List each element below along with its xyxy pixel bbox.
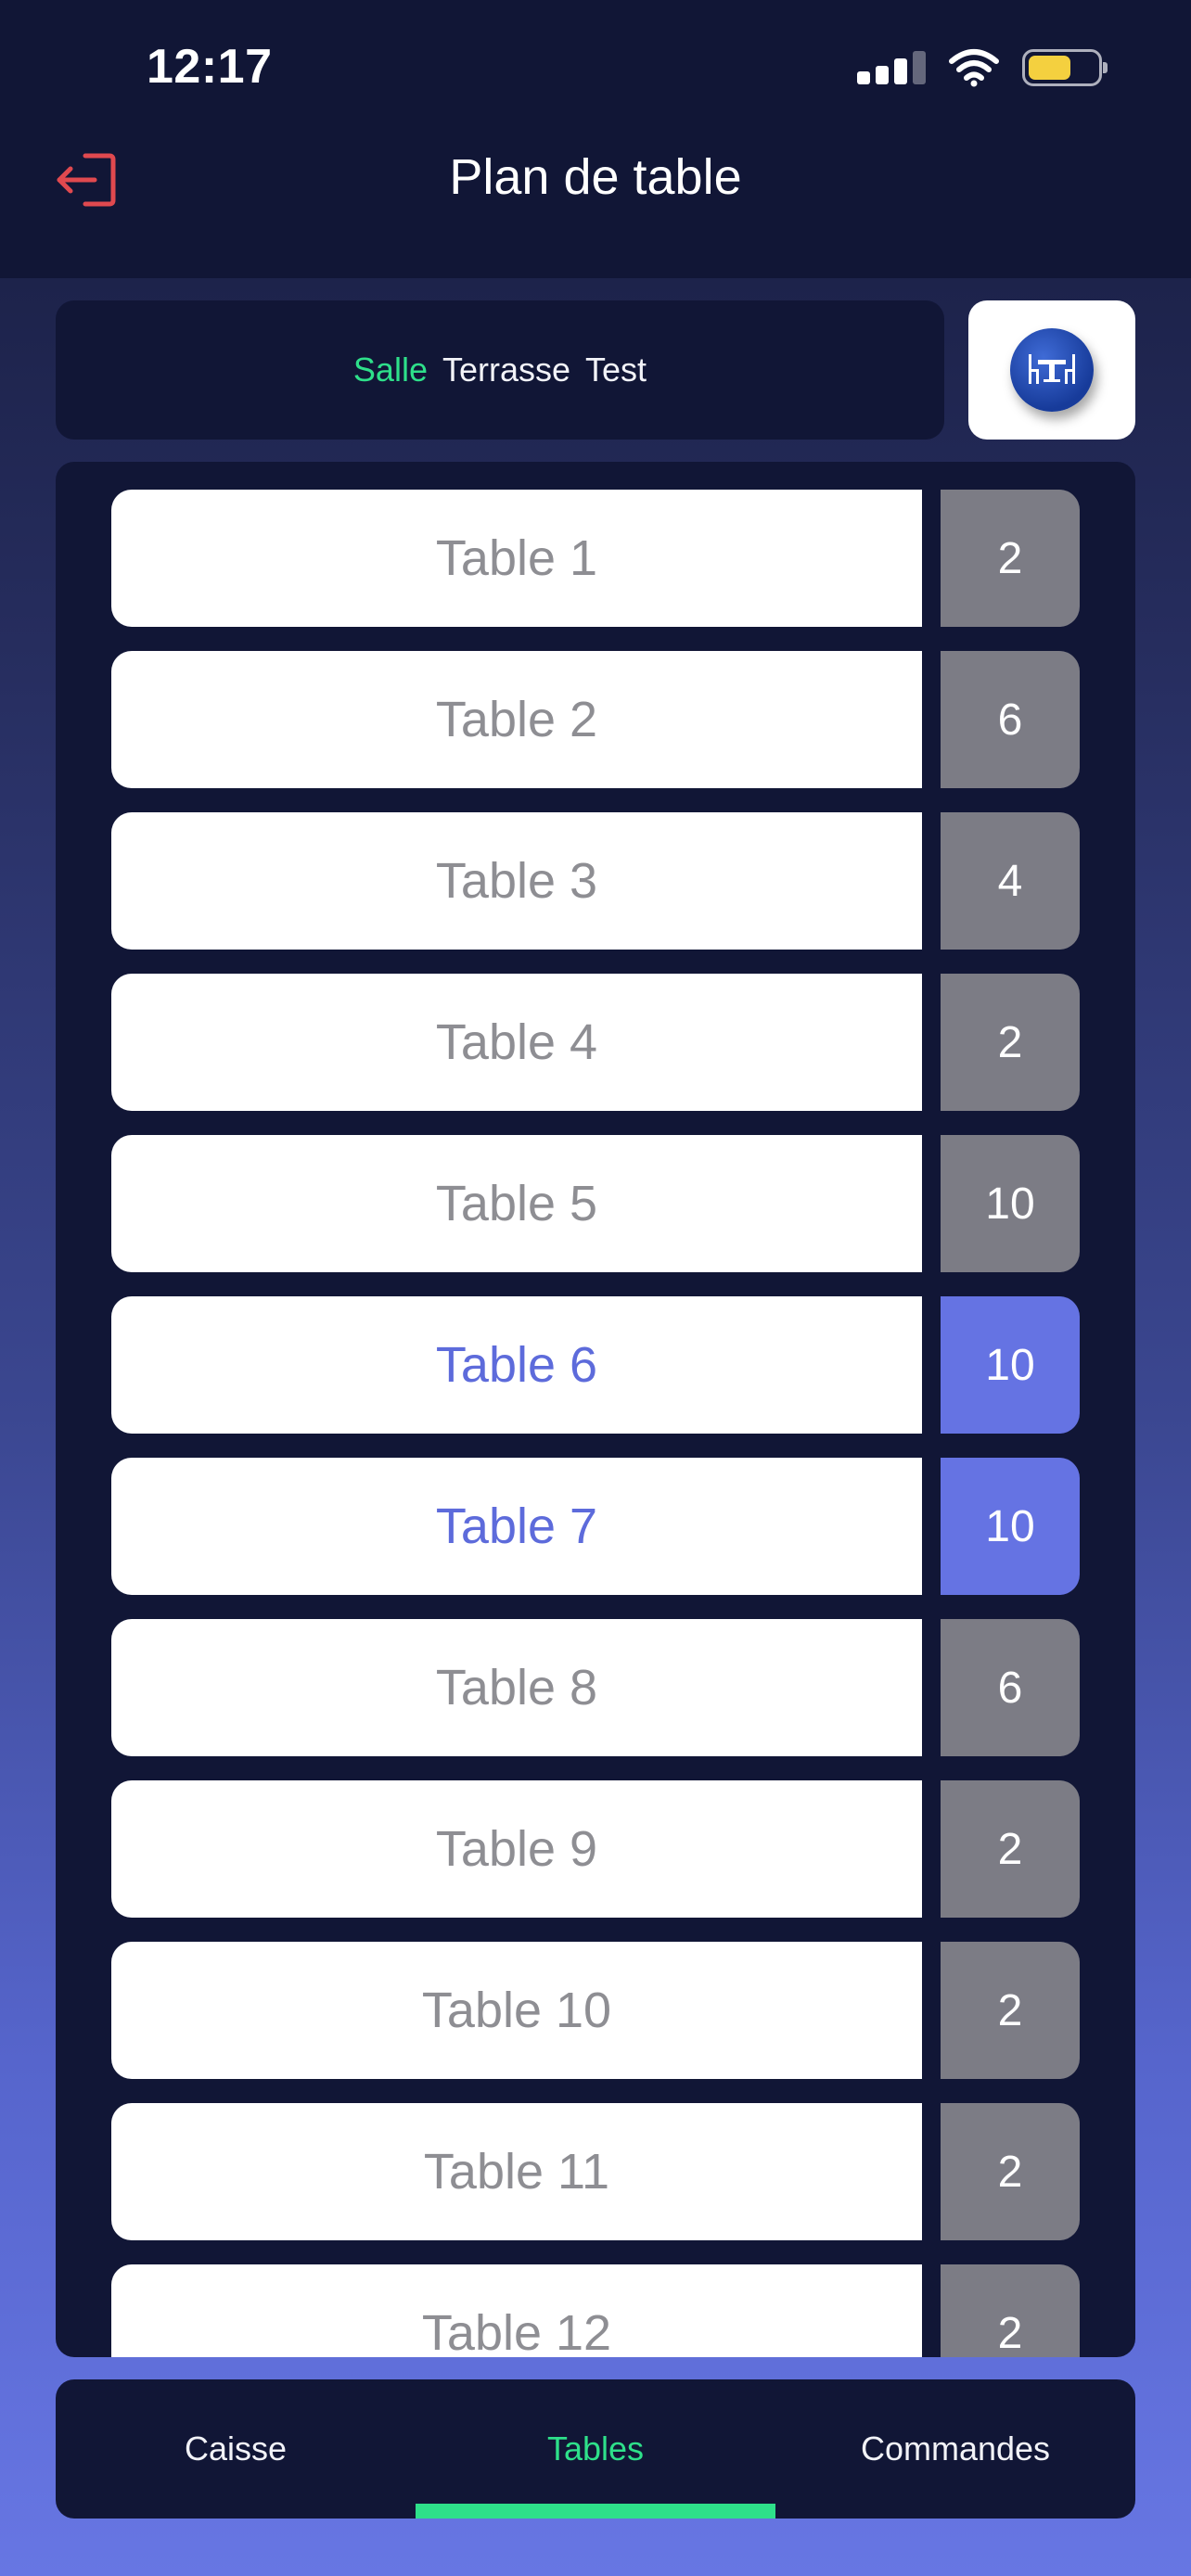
wifi-icon: [949, 49, 999, 87]
table-seats: 10: [941, 1135, 1080, 1272]
table-name: Table 1: [111, 490, 922, 627]
table-name: Table 6: [111, 1296, 922, 1434]
table-name: Table 2: [111, 651, 922, 788]
nav-tab-tables[interactable]: Tables: [416, 2379, 775, 2519]
table-row[interactable]: Table 12 2: [111, 2264, 1080, 2357]
nav-tab-commandes[interactable]: Commandes: [775, 2379, 1135, 2519]
table-row[interactable]: Table 6 10: [111, 1296, 1080, 1434]
table-seats: 2: [941, 2103, 1080, 2240]
status-time: 12:17: [147, 40, 273, 94]
table-name: Table 5: [111, 1135, 922, 1272]
table-chairs-icon: [1010, 328, 1094, 412]
room-tabs: Salle Terrasse Test: [56, 300, 944, 440]
table-seats: 6: [941, 1619, 1080, 1756]
table-name: Table 3: [111, 812, 922, 950]
top-bar: 12:17 Plan de table: [0, 0, 1191, 278]
table-name: Table 9: [111, 1780, 922, 1918]
nav-tab-caisse[interactable]: Caisse: [56, 2379, 416, 2519]
table-layout-button[interactable]: [968, 300, 1135, 440]
table-name: Table 12: [111, 2264, 922, 2357]
cellular-signal-icon: [857, 51, 926, 84]
table-seats: 2: [941, 1780, 1080, 1918]
table-row[interactable]: Table 8 6: [111, 1619, 1080, 1756]
active-tab-indicator: [416, 2504, 775, 2519]
table-seats: 10: [941, 1296, 1080, 1434]
table-seats: 2: [941, 490, 1080, 627]
table-seats: 2: [941, 2264, 1080, 2357]
table-row[interactable]: Table 3 4: [111, 812, 1080, 950]
table-row[interactable]: Table 9 2: [111, 1780, 1080, 1918]
room-tab-terrasse[interactable]: Terrasse: [442, 351, 570, 389]
table-row[interactable]: Table 10 2: [111, 1942, 1080, 2079]
table-row[interactable]: Table 5 10: [111, 1135, 1080, 1272]
table-seats: 4: [941, 812, 1080, 950]
page-title: Plan de table: [449, 149, 742, 205]
table-row[interactable]: Table 4 2: [111, 974, 1080, 1111]
table-name: Table 10: [111, 1942, 922, 2079]
table-name: Table 7: [111, 1458, 922, 1595]
table-row[interactable]: Table 11 2: [111, 2103, 1080, 2240]
table-seats: 10: [941, 1458, 1080, 1595]
table-name: Table 8: [111, 1619, 922, 1756]
table-seats: 6: [941, 651, 1080, 788]
status-icons: [857, 48, 1108, 87]
tables-panel: Table 1 2 Table 2 6 Table 3 4 Table 4 2 …: [56, 462, 1135, 2357]
table-seats: 2: [941, 974, 1080, 1111]
table-seats: 2: [941, 1942, 1080, 2079]
table-row[interactable]: Table 2 6: [111, 651, 1080, 788]
battery-icon: [1022, 49, 1108, 86]
table-row[interactable]: Table 7 10: [111, 1458, 1080, 1595]
room-tab-salle[interactable]: Salle: [353, 351, 428, 389]
bottom-nav: Caisse Tables Commandes: [56, 2379, 1135, 2519]
table-row[interactable]: Table 1 2: [111, 490, 1080, 627]
room-tab-test[interactable]: Test: [585, 351, 647, 389]
table-name: Table 4: [111, 974, 922, 1111]
table-name: Table 11: [111, 2103, 922, 2240]
